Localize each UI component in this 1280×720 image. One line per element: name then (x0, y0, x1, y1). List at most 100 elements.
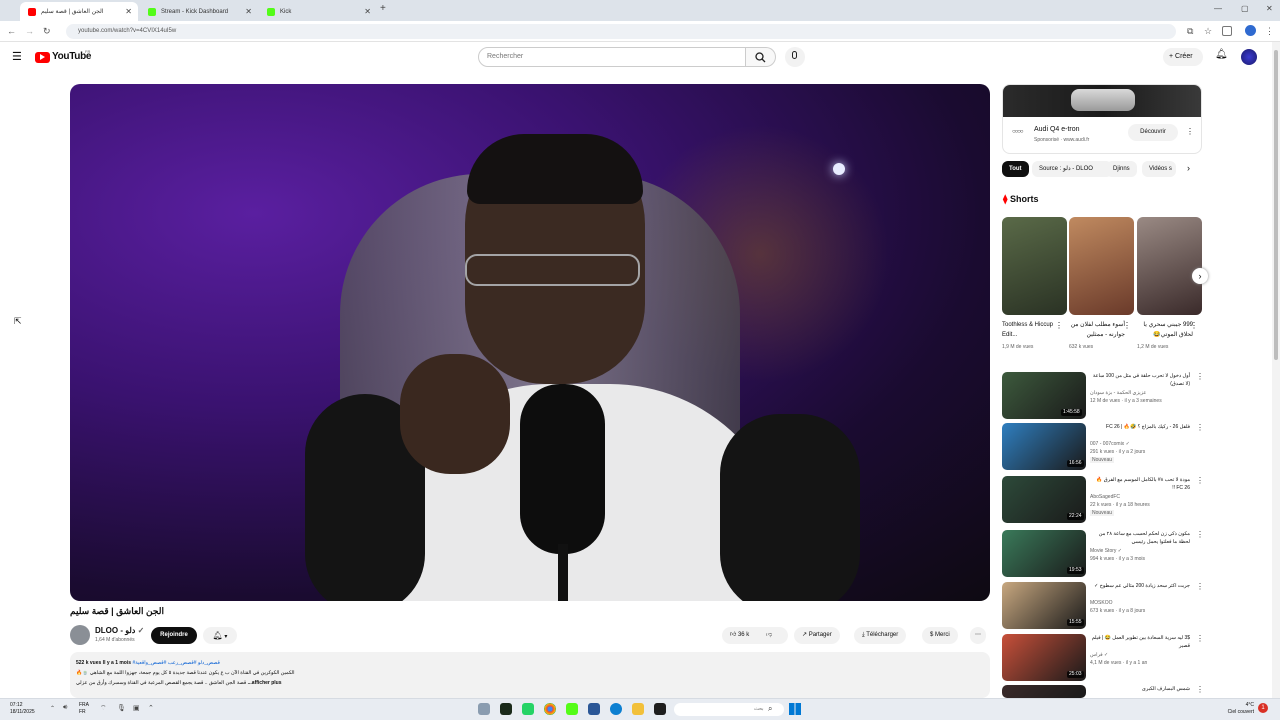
notifications-bell-icon[interactable]: 🔔︎ (1215, 49, 1228, 60)
recommended-channel[interactable]: عزيزي الحكمة - بزة سودان (1090, 390, 1146, 396)
channel-avatar[interactable] (70, 625, 90, 645)
account-avatar[interactable] (1241, 49, 1257, 65)
show-more-link[interactable]: ...afficher plus (248, 680, 282, 686)
chip-source[interactable]: Source : دلو - DLOO (1032, 161, 1112, 177)
search-button[interactable] (746, 47, 776, 67)
recommended-menu-icon[interactable]: ⋮ (1196, 685, 1204, 694)
close-tab-icon[interactable]: ✕ (245, 7, 252, 16)
show-hidden-icon[interactable]: ⌃ (148, 704, 154, 712)
close-window-icon[interactable]: ✕ (1266, 4, 1273, 13)
subscription-bell-button[interactable]: 🔔︎ ▾ (203, 627, 237, 644)
close-tab-icon[interactable]: ✕ (364, 7, 371, 16)
scrollbar-thumb[interactable] (1274, 50, 1278, 360)
short-title[interactable]: 999 جيبني سحري يا لحلاق الموتي😂 (1137, 320, 1193, 342)
sidebar-panel-icon[interactable] (1222, 26, 1232, 36)
tray-chevron-icon[interactable]: ⌃ (50, 705, 55, 712)
short-thumbnail[interactable] (1002, 217, 1067, 315)
download-button[interactable]: ⤓ Télécharger (854, 627, 907, 644)
chips-next-chevron-icon[interactable]: › (1187, 163, 1190, 173)
recommended-channel[interactable]: فراس ✓ (1090, 652, 1108, 658)
dislike-icon[interactable]: 👎︎ (766, 627, 772, 644)
recommended-menu-icon[interactable]: ⋮ (1196, 582, 1204, 591)
back-icon[interactable]: ← (7, 26, 16, 36)
short-menu-icon[interactable]: ⋮ (1190, 321, 1198, 330)
short-title[interactable]: Toothless & Hiccup Edit... (1002, 320, 1058, 342)
browser-tab-youtube[interactable]: الجن العاشق | قصة سليم ✕ (20, 2, 138, 21)
chip-videos[interactable]: Vidéos s (1142, 161, 1176, 177)
short-menu-icon[interactable]: ⋮ (1055, 321, 1063, 330)
windows-start-icon[interactable] (789, 703, 801, 715)
like-icon[interactable]: 👍︎ (730, 632, 736, 638)
close-tab-icon[interactable]: ✕ (125, 7, 132, 16)
notification-badge[interactable]: 1 (1258, 703, 1268, 713)
recommended-channel[interactable]: MOSKOO (1090, 600, 1113, 606)
recommended-title[interactable]: 3$ ليه سرية السعادة بين تطوير العمل 😂 | … (1090, 634, 1190, 650)
forward-icon[interactable]: → (25, 26, 34, 36)
clock[interactable]: 07:12 18/11/2025 (10, 702, 35, 716)
recommended-menu-icon[interactable]: ⋮ (1196, 634, 1204, 643)
app-chrome-icon[interactable] (544, 703, 556, 715)
thanks-button[interactable]: $ Merci (922, 627, 958, 644)
recommended-channel[interactable]: AboSagedFC (1090, 494, 1120, 500)
app-terminal-icon[interactable] (654, 703, 666, 715)
recommended-title[interactable]: أول دخول لا تحرب حلقة في مثل من 100 ساعة… (1090, 372, 1190, 388)
ad-menu-icon[interactable]: ⋮ (1186, 127, 1194, 136)
ad-title[interactable]: Audi Q4 e-tron (1034, 126, 1080, 133)
description-box[interactable]: 522 k vues Il y a 1 mois #قصص_دلو #قصص_ر… (70, 652, 990, 698)
weather-widget[interactable]: 4°C Ciel couvert (1222, 702, 1254, 716)
minimize-icon[interactable]: — (1214, 4, 1222, 13)
video-player[interactable] (70, 84, 990, 601)
browser-menu-icon[interactable]: ⋮ (1265, 26, 1274, 37)
app-whatsapp-icon[interactable] (522, 703, 534, 715)
app-edge-icon[interactable] (610, 703, 622, 715)
browser-tab-kick-dashboard[interactable]: Stream - Kick Dashboard ✕ (140, 2, 258, 21)
chip-djinns[interactable]: Djinns (1106, 161, 1137, 177)
camera-tray-icon[interactable]: ▣ (133, 704, 140, 712)
new-tab-button[interactable]: + (380, 3, 386, 14)
recommended-menu-icon[interactable]: ⋮ (1196, 530, 1204, 539)
wifi-icon[interactable]: ⌔ (100, 704, 107, 713)
share-button[interactable]: ↗ Partager (794, 627, 840, 644)
app-obs-icon[interactable] (500, 703, 512, 715)
more-actions-button[interactable]: ⋯ (970, 627, 986, 644)
chip-all[interactable]: Tout (1002, 161, 1029, 177)
recommended-channel[interactable]: Movie Story ✓ (1090, 548, 1122, 554)
reload-icon[interactable]: ↻ (43, 26, 51, 37)
hamburger-menu-icon[interactable]: ☰ (12, 50, 22, 63)
sponsored-ad-card[interactable] (1002, 84, 1202, 154)
channel-name[interactable]: DLOO - دلو ✓ (95, 626, 144, 635)
browser-tab-kick[interactable]: Kick ✕ (259, 2, 377, 21)
profile-avatar[interactable] (1245, 25, 1256, 36)
recommended-title[interactable]: مكون ذكي زن لحكم لحسب مع ساعة ٢٨ من لحظة… (1090, 530, 1190, 546)
volume-icon[interactable]: 🔊︎ (63, 704, 67, 712)
recommended-channel[interactable]: 007 - 007comix ✓ (1090, 441, 1130, 447)
ad-discover-button[interactable]: Découvrir (1128, 124, 1178, 141)
voice-search-button[interactable] (785, 47, 805, 67)
short-thumbnail[interactable] (1137, 217, 1202, 315)
url-field[interactable]: youtube.com/watch?v=4CVIX14uI5w (66, 24, 1176, 39)
recommended-title[interactable]: جربت اكثر سحد زيادة 200 مثالي عم سطوح ✓ (1090, 582, 1190, 598)
short-menu-icon[interactable]: ⋮ (1123, 321, 1131, 330)
app-store-icon[interactable] (588, 703, 600, 715)
description-hashtags[interactable]: #قصص_دلو #قصص_رعب #قصص_واقعية (132, 660, 219, 666)
short-title[interactable]: أسوء مطلب لفلان من جوارنه - ممثلين (1069, 320, 1125, 342)
recommended-menu-icon[interactable]: ⋮ (1196, 372, 1204, 381)
recommended-thumbnail[interactable] (1002, 685, 1086, 698)
language-indicator[interactable]: FRA FR (79, 702, 91, 716)
short-thumbnail[interactable] (1069, 217, 1134, 315)
cast-icon[interactable]: ⧉ (1187, 26, 1193, 37)
recommended-title[interactable]: مودة لا تحب ٨# بالكامل الموسم مع الفرق 🔥… (1090, 476, 1190, 492)
mic-tray-icon[interactable]: 🎙︎ (117, 704, 126, 712)
recommended-menu-icon[interactable]: ⋮ (1196, 423, 1204, 432)
like-count[interactable]: 36 k (738, 632, 749, 638)
bookmark-star-icon[interactable]: ☆ (1204, 26, 1212, 37)
shorts-next-arrow-icon[interactable]: › (1192, 268, 1208, 284)
create-button[interactable]: + Créer (1163, 48, 1203, 66)
app-kick-icon[interactable] (566, 703, 578, 715)
search-input[interactable]: Rechercher (478, 47, 746, 67)
recommended-title[interactable]: فلفل 26 - ركيك بالمزاج ؟ 🤣🔥 | FC 26 (1090, 423, 1190, 439)
app-settings-icon[interactable] (478, 703, 490, 715)
app-explorer-icon[interactable] (632, 703, 644, 715)
recommended-menu-icon[interactable]: ⋮ (1196, 476, 1204, 485)
join-button[interactable]: Rejoindre (151, 627, 197, 644)
